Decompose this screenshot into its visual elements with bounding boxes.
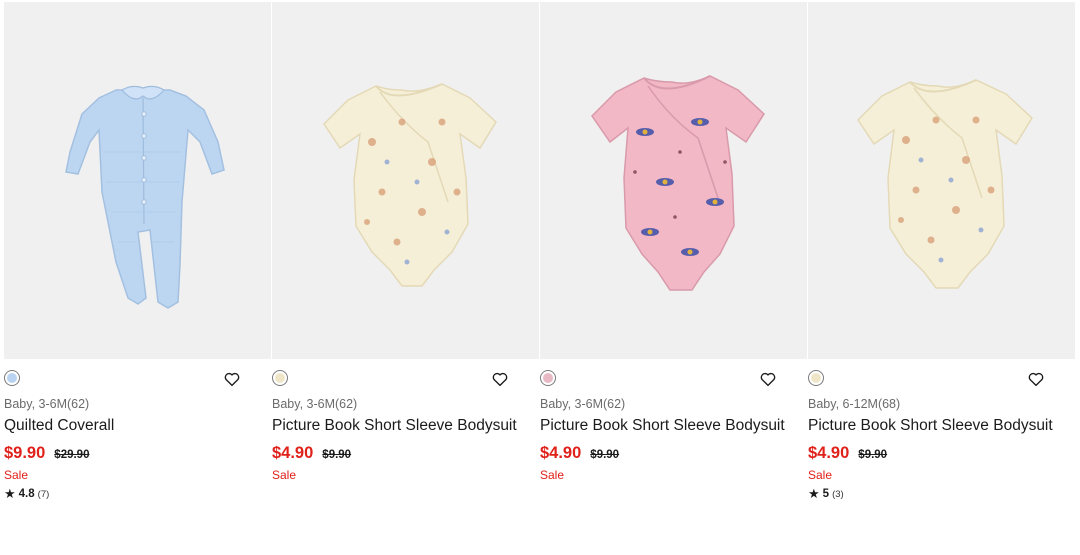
color-swatch[interactable] [808, 370, 824, 386]
product-card[interactable]: Baby, 6-12M(68) Picture Book Short Sleev… [808, 2, 1075, 519]
color-swatch[interactable] [540, 370, 556, 386]
color-swatch[interactable] [272, 370, 288, 386]
sale-price: $4.90 [540, 444, 582, 462]
product-info: Baby, 3-6M(62) Quilted Coverall $9.90 $2… [4, 359, 271, 519]
heart-outline-icon[interactable] [759, 370, 777, 388]
product-card[interactable]: Baby, 3-6M(62) Picture Book Short Sleeve… [272, 2, 539, 519]
rating-score: 5 [822, 488, 830, 500]
sale-price: $4.90 [272, 444, 314, 462]
star-icon: ★ [4, 486, 16, 501]
review-count: (7) [37, 488, 50, 500]
product-card[interactable]: Baby, 3-6M(62) Quilted Coverall $9.90 $2… [4, 2, 271, 519]
rating: ★ 4.8 (7) [4, 486, 49, 502]
sale-label: Sale [540, 468, 565, 482]
price-row: $4.90 $9.90 [272, 444, 351, 463]
heart-outline-icon[interactable] [1027, 370, 1045, 388]
original-price: $9.90 [322, 449, 352, 461]
product-size: Baby, 3-6M(62) [540, 397, 626, 411]
product-name[interactable]: Quilted Coverall [4, 417, 114, 435]
price-row: $4.90 $9.90 [540, 444, 619, 463]
product-card[interactable]: Baby, 3-6M(62) Picture Book Short Sleeve… [540, 2, 807, 519]
product-name[interactable]: Picture Book Short Sleeve Bodysuit [272, 417, 517, 435]
product-image[interactable] [272, 2, 539, 359]
product-info: Baby, 6-12M(68) Picture Book Short Sleev… [808, 359, 1075, 519]
sale-price: $4.90 [808, 444, 850, 462]
original-price: $29.90 [54, 449, 90, 461]
product-image[interactable] [4, 2, 271, 359]
blue-coverall-image [65, 85, 225, 309]
rating: ★ 5 (3) [808, 486, 844, 502]
color-swatch[interactable] [4, 370, 20, 386]
sale-price: $9.90 [4, 444, 46, 462]
price-row: $4.90 $9.90 [808, 444, 887, 463]
product-grid: Baby, 3-6M(62) Quilted Coverall $9.90 $2… [4, 2, 1076, 519]
product-image[interactable] [540, 2, 807, 359]
sale-label: Sale [808, 468, 833, 482]
review-count: (3) [832, 488, 844, 500]
cream-bodysuit-image [857, 79, 1033, 289]
pink-bodysuit-image [591, 75, 765, 291]
heart-outline-icon[interactable] [491, 370, 509, 388]
cream-bodysuit-image [323, 83, 497, 287]
product-image[interactable] [808, 2, 1075, 359]
sale-label: Sale [4, 468, 29, 482]
product-info: Baby, 3-6M(62) Picture Book Short Sleeve… [540, 359, 807, 519]
price-row: $9.90 $29.90 [4, 444, 89, 463]
rating-score: 4.8 [18, 488, 35, 500]
heart-outline-icon[interactable] [223, 370, 241, 388]
sale-label: Sale [272, 468, 297, 482]
original-price: $9.90 [858, 449, 888, 461]
product-size: Baby, 3-6M(62) [4, 397, 90, 411]
product-info: Baby, 3-6M(62) Picture Book Short Sleeve… [272, 359, 539, 519]
product-name[interactable]: Picture Book Short Sleeve Bodysuit [808, 417, 1053, 435]
original-price: $9.90 [590, 449, 620, 461]
product-size: Baby, 3-6M(62) [272, 397, 358, 411]
product-name[interactable]: Picture Book Short Sleeve Bodysuit [540, 417, 785, 435]
star-icon: ★ [808, 486, 820, 501]
product-size: Baby, 6-12M(68) [808, 397, 901, 411]
